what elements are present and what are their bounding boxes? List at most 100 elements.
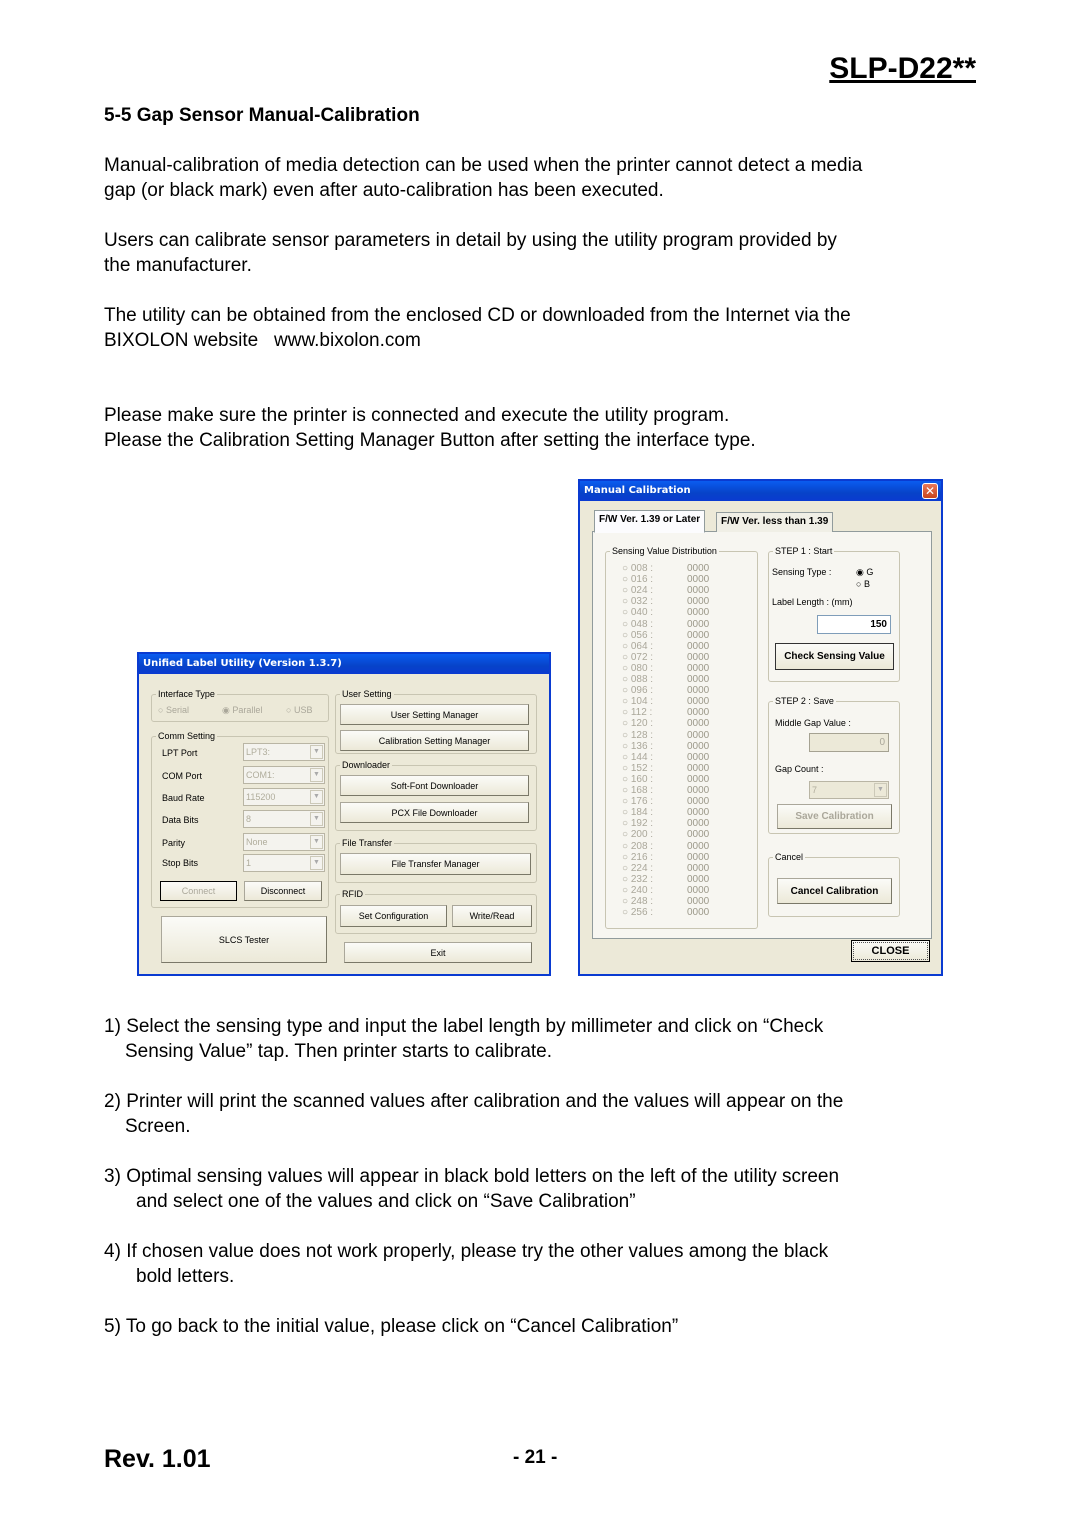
sensing-value-row[interactable]: ○ 112 : 0000 [622, 707, 709, 719]
sensing-key: 192 : [630, 818, 654, 830]
sensing-key: 168 : [630, 785, 654, 796]
sensing-value-row[interactable]: ○ 080 : 0000 [622, 662, 709, 674]
stop-bits-select[interactable]: 1 ▼ [243, 854, 325, 872]
tab-fw-less-than-139[interactable]: F/W Ver. less than 1.39 [716, 512, 834, 532]
set-configuration-button[interactable]: Set Configuration [340, 905, 447, 927]
data-bits-select[interactable]: 8 ▼ [243, 810, 325, 828]
radio-label: Serial [165, 705, 189, 715]
step-text: Optimal sensing values will appear in bl… [126, 1166, 840, 1187]
sensing-value-row[interactable]: ○ 256 : 0000 [622, 907, 709, 918]
sensing-value-row[interactable]: ○ 224 : 0000 [622, 862, 709, 874]
radio-serial[interactable]: ○ Serial [158, 705, 189, 715]
sensing-value-row[interactable]: ○ 136 : 0000 [622, 741, 709, 752]
sensing-value: 0000 [687, 740, 710, 752]
step-text: If chosen value does not work properly, … [126, 1241, 829, 1262]
radio-icon: ○ [622, 685, 629, 697]
chevron-down-icon: ▼ [310, 790, 323, 804]
sensing-value-row[interactable]: ○ 160 : 0000 [622, 774, 709, 785]
sensing-value-row[interactable]: ○ 088 : 0000 [622, 674, 709, 685]
sensing-value-row[interactable]: ○ 128 : 0000 [622, 730, 709, 741]
user-setting-manager-button[interactable]: User Setting Manager [340, 704, 529, 725]
radio-icon: ○ [622, 651, 629, 663]
disconnect-button[interactable]: Disconnect [244, 881, 322, 901]
sensing-value: 0000 [687, 907, 710, 919]
radio-icon: ○ [622, 818, 629, 830]
group-label: Downloader [340, 759, 393, 771]
sensing-key: 216 : [630, 851, 654, 863]
sensing-type-g-radio[interactable]: ◉ G [856, 567, 873, 578]
sensing-value-row[interactable]: ○ 144 : 0000 [622, 752, 709, 763]
check-sensing-value-button[interactable]: Check Sensing Value [775, 643, 894, 670]
radio-parallel[interactable]: ◉ Parallel [222, 705, 262, 716]
sensing-value-row[interactable]: ○ 176 : 0000 [622, 796, 709, 808]
sensing-key: 080 : [630, 662, 654, 674]
slcs-tester-button[interactable]: SLCS Tester [161, 916, 327, 963]
page-number: - 21 - [513, 1447, 558, 1468]
middle-gap-value-input[interactable]: 0 [809, 733, 889, 752]
sensing-value-row[interactable]: ○ 208 : 0000 [622, 841, 709, 852]
sensing-value: 0000 [687, 762, 710, 774]
sensing-key: 248 : [630, 896, 654, 907]
file-transfer-manager-button[interactable]: File Transfer Manager [340, 853, 531, 875]
exit-button[interactable]: Exit [344, 942, 532, 963]
sensing-value-row[interactable]: ○ 096 : 0000 [622, 685, 709, 697]
sensing-value-row[interactable]: ○ 120 : 0000 [622, 718, 709, 729]
radio-icon: ○ [622, 829, 629, 841]
sensing-value: 0000 [687, 674, 710, 685]
cancel-calibration-button[interactable]: Cancel Calibration [777, 878, 892, 904]
sensing-value-row[interactable]: ○ 040 : 0000 [622, 607, 709, 618]
sensing-value-row[interactable]: ○ 024 : 0000 [622, 585, 709, 597]
sensing-type-b-radio[interactable]: ○ B [856, 579, 870, 589]
sensing-value: 0000 [687, 629, 710, 641]
chevron-down-icon: ▼ [310, 856, 323, 870]
sensing-value-row[interactable]: ○ 232 : 0000 [622, 874, 709, 885]
sensing-value-row[interactable]: ○ 248 : 0000 [622, 896, 709, 907]
sensing-value: 0000 [687, 884, 710, 896]
sensing-value-row[interactable]: ○ 168 : 0000 [622, 785, 709, 796]
sensing-value-row[interactable]: ○ 152 : 0000 [622, 763, 709, 774]
sensing-value-row[interactable]: ○ 048 : 0000 [622, 619, 709, 630]
sensing-key: 024 : [630, 585, 654, 597]
sensing-value-row[interactable]: ○ 016 : 0000 [622, 574, 709, 585]
baud-rate-select[interactable]: 115200 ▼ [243, 788, 325, 806]
sensing-value-row[interactable]: ○ 032 : 0000 [622, 596, 709, 607]
sensing-value-row[interactable]: ○ 192 : 0000 [622, 818, 709, 830]
sensing-value-row[interactable]: ○ 104 : 0000 [622, 696, 709, 707]
parity-select[interactable]: None ▼ [243, 833, 325, 851]
soft-font-downloader-button[interactable]: Soft-Font Downloader [340, 775, 529, 796]
sensing-value-row[interactable]: ○ 184 : 0000 [622, 807, 709, 818]
sensing-value-row[interactable]: ○ 008 : 0000 [622, 563, 709, 574]
sensing-value-row[interactable]: ○ 064 : 0000 [622, 641, 709, 652]
sensing-value: 0000 [687, 596, 710, 608]
sensing-value-row[interactable]: ○ 240 : 0000 [622, 885, 709, 896]
group-label: File Transfer [340, 837, 395, 849]
calibration-setting-manager-button[interactable]: Calibration Setting Manager [340, 730, 529, 751]
gap-count-select[interactable]: 7 ▼ [809, 781, 889, 799]
write-read-button[interactable]: Write/Read [452, 905, 532, 927]
sensing-key: 176 : [630, 796, 654, 808]
save-calibration-button[interactable]: Save Calibration [777, 804, 892, 829]
sensing-value: 0000 [687, 818, 710, 830]
sensing-value: 0000 [687, 585, 710, 597]
chevron-down-icon: ▼ [310, 812, 323, 826]
radio-usb[interactable]: ○ USB [286, 705, 312, 715]
middle-gap-value-label: Middle Gap Value : [775, 718, 851, 728]
sensing-key: 112 : [630, 707, 653, 719]
tab-fw-139-or-later[interactable]: F/W Ver. 1.39 or Later [594, 510, 706, 533]
section-title: 5-5 Gap Sensor Manual-Calibration [104, 105, 420, 126]
close-button[interactable]: CLOSE [851, 940, 930, 962]
sensing-key: 224 : [630, 862, 654, 874]
pcx-file-downloader-button[interactable]: PCX File Downloader [340, 802, 529, 823]
lpt-port-select[interactable]: LPT3: ▼ [243, 743, 325, 761]
radio-label: G [866, 567, 874, 577]
sensing-value: 0000 [687, 873, 710, 885]
sensing-value-row[interactable]: ○ 056 : 0000 [622, 630, 709, 641]
connect-button[interactable]: Connect [160, 881, 237, 901]
com-port-select[interactable]: COM1: ▼ [243, 766, 325, 784]
sensing-value-row[interactable]: ○ 216 : 0000 [622, 851, 709, 863]
radio-icon: ○ [622, 796, 629, 808]
label-length-input[interactable]: 150 [817, 615, 891, 634]
sensing-value-row[interactable]: ○ 072 : 0000 [622, 651, 709, 663]
close-icon[interactable]: ✕ [922, 483, 938, 499]
sensing-value-row[interactable]: ○ 200 : 0000 [622, 829, 709, 841]
